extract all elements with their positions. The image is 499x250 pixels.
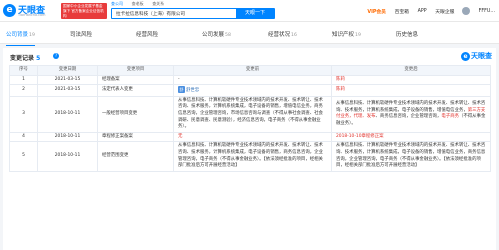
tab-operation-status[interactable]: 经营状况16 (268, 30, 297, 38)
watermark-mark: e (461, 51, 470, 61)
cell-item: 一般经营项目变更 (97, 95, 174, 133)
change-records-panel: 变更记录 5 ? e 天眼查 序号 变更日期 变更项目 变更前 变更后 1 2021… (3, 48, 496, 250)
search-type-tabs: 查公司 查老板 查关系 (111, 1, 171, 7)
panel-title: 变更记录 5 (10, 55, 41, 62)
cell-before: - (173, 74, 332, 86)
username[interactable]: FFFU... (479, 9, 495, 14)
header-date: 变更日期 (37, 65, 98, 76)
user-nav: VIP会员 百宝箱 APP 天眼企服 FFFU... (360, 7, 495, 16)
tab-company-background[interactable]: 公司背景19 (6, 30, 35, 46)
help-icon[interactable]: ? (53, 53, 59, 59)
cell-index: 2 (9, 84, 38, 97)
search-tab-boss[interactable]: 查老板 (132, 1, 144, 7)
panel-header: 变更记录 5 ? e 天眼查 (3, 48, 496, 64)
person-avatar: 舒 (178, 86, 185, 94)
search-box: 天眼一下 (111, 8, 275, 19)
tab-judicial-risk[interactable]: 司法风险 (70, 30, 93, 38)
change-text: 、商务信息咨询，企业管理咨询， (375, 114, 442, 120)
table-header-row: 序号 变更日期 变更项目 变更前 变更后 (9, 65, 491, 76)
tab-history[interactable]: 历史信息 (396, 30, 419, 38)
cell-after: 从事信息科技、计算机软硬件专业技术领域内的技术开发、技术转让、技术咨询、技术服务… (331, 95, 491, 133)
cell-date: 2018-10-11 (37, 95, 98, 133)
vip-link[interactable]: VIP会员 (367, 8, 386, 15)
cell-item: 章程修正案备案 (97, 131, 174, 143)
table-row: 1 2021-03-15 经理备案 - 陈莉 (9, 74, 491, 86)
change-text: 从事信息科技、计算机软硬件专业技术领域内的技术开发、技术转让、技术咨询、技术服务… (336, 101, 486, 113)
cell-after: 陈莉 (331, 84, 491, 97)
cell-item: 经理备案 (97, 74, 174, 86)
header-item: 变更项目 (97, 65, 174, 76)
change-text: 无 (178, 133, 183, 139)
cell-date: 2018-10-11 (37, 141, 98, 172)
tab-intellectual-property[interactable]: 知识产权19 (332, 30, 361, 38)
logo[interactable]: e 天眼查 TianYancha.com (3, 2, 61, 20)
tab-company-development[interactable]: 公司发展58 (202, 30, 231, 38)
header-after: 变更后 (331, 65, 491, 76)
table-row: 3 2018-10-11 一般经营项目变更 从事信息科技、计算机软硬件专业技术领域内的… (9, 95, 491, 133)
search-tab-company[interactable]: 查公司 (111, 1, 123, 7)
change-text: 从事信息科技、计算机软硬件专业技术领域内的技术开发、技术转让、技术咨询、技术服务… (178, 97, 323, 130)
category-tabs: 公司背景19 司法风险 经营风险 公司发展58 经营状况16 知识产权19 历史… (0, 22, 499, 46)
cell-index: 4 (9, 131, 38, 143)
avatar[interactable] (462, 7, 471, 15)
person-link[interactable]: 舒世忠 (186, 88, 199, 93)
watermark-logo: e 天眼查 (461, 51, 492, 61)
top-header: e 天眼查 TianYancha.com 国家中小企业发展子基金旗下 官方备案企… (0, 0, 499, 22)
logo-mark: e (3, 4, 16, 17)
logo-subtitle: TianYancha.com (18, 13, 46, 17)
toolbox-link[interactable]: 百宝箱 (395, 8, 409, 15)
header-index: 序号 (9, 65, 38, 76)
change-text: 陈莉 (336, 87, 345, 93)
change-text: 从事信息科技、计算机软硬件专业技术领域内的技术开发、技术转让、技术咨询、技术服务… (336, 143, 486, 169)
app-link[interactable]: APP (418, 9, 427, 14)
change-text: 电子商务 (441, 114, 459, 120)
change-text: 2018-10-10章程修正案 (336, 133, 384, 139)
cell-before: 无 (173, 131, 332, 143)
cell-date: 2018-10-11 (37, 131, 98, 143)
cell-index: 3 (9, 95, 38, 133)
cell-before: 从事信息科技、计算机软硬件专业技术领域内的技术开发、技术转让、技术咨询、技术服务… (173, 141, 332, 172)
header-before: 变更前 (173, 65, 332, 76)
cell-after: 陈莉 (331, 74, 491, 86)
table-row: 4 2018-10-11 章程修正案备案无 2018-10-10章程修正案 (9, 131, 491, 143)
change-text: 从事信息科技、计算机软硬件专业技术领域内的技术开发、技术转让、技术咨询、技术服务… (178, 143, 323, 169)
cell-index: 1 (9, 74, 38, 86)
search-button[interactable]: 天眼一下 (236, 8, 274, 19)
cell-before: 从事信息科技、计算机软硬件专业技术领域内的技术开发、技术转让、技术咨询、技术服务… (173, 95, 332, 133)
cell-date: 2021-03-15 (37, 84, 98, 97)
change-records-table: 序号 变更日期 变更项目 变更前 变更后 1 2021-03-15 经理备案 - 陈莉 2… (9, 65, 491, 172)
table-row: 2 2021-03-15 法定代表人变更舒舒世忠 陈莉 (9, 84, 491, 97)
cell-index: 5 (9, 141, 38, 172)
tab-business-risk[interactable]: 经营风险 (136, 30, 159, 38)
enterprise-service-link[interactable]: 天眼企服 (435, 8, 454, 15)
cell-before: 舒舒世忠 (173, 84, 332, 97)
change-text: - (178, 76, 180, 82)
cell-date: 2021-03-15 (37, 74, 98, 86)
cell-item: 法定代表人变更 (97, 84, 174, 97)
cell-after: 2018-10-10章程修正案 (331, 131, 491, 143)
watermark-text: 天眼查 (471, 52, 492, 60)
search-tab-relation[interactable]: 查关系 (152, 1, 164, 7)
table-row: 5 2018-10-11 经营范围变更 从事信息科技、计算机软硬件专业技术领域内的技术… (9, 141, 491, 172)
change-text: 陈莉 (336, 76, 345, 82)
cell-after: 从事信息科技、计算机软硬件专业技术领域内的技术开发、技术转让、技术咨询、技术服务… (331, 141, 491, 172)
cell-item: 经营范围变更 (97, 141, 174, 172)
promo-banner[interactable]: 国家中小企业发展子基金旗下 官方备案企业征信机构 (61, 3, 107, 19)
search-input[interactable] (114, 9, 232, 18)
